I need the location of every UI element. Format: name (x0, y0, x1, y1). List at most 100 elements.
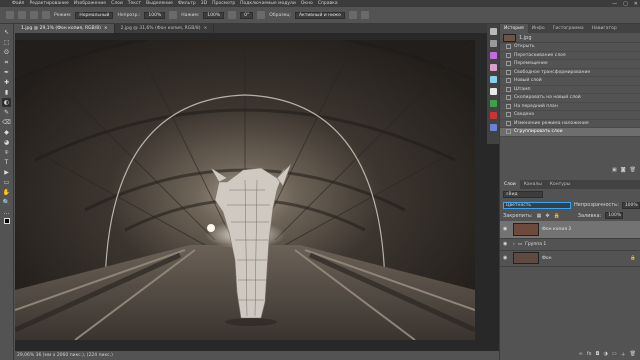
swatches-panel-icon[interactable] (489, 64, 497, 71)
clone-source-panel-icon[interactable] (489, 124, 497, 131)
adjustment-icon[interactable]: ◑ (604, 351, 608, 358)
more-tools-icon[interactable]: … (2, 208, 11, 217)
document-canvas[interactable] (15, 40, 475, 340)
lock-pixels-icon[interactable]: ▦ (537, 213, 542, 219)
brush-tool-icon[interactable]: ▮ (2, 88, 11, 97)
history-brush-tool-icon[interactable]: ✎ (2, 108, 11, 117)
layer-opacity-input[interactable]: 100% (621, 201, 640, 209)
tab-navigator[interactable]: Навигатор (588, 24, 621, 33)
gradient-tool-icon[interactable]: ◆ (2, 128, 11, 137)
tab-layers[interactable]: Слои (500, 179, 520, 189)
maximize-button[interactable]: ▢ (623, 1, 628, 7)
clone-stamp-preset-icon[interactable] (18, 11, 26, 19)
color-panel-icon[interactable] (489, 76, 497, 83)
properties-panel-icon[interactable] (489, 40, 497, 47)
layer-fill-input[interactable]: 100% (605, 212, 624, 219)
home-icon[interactable] (6, 11, 14, 19)
history-item[interactable]: Изменение режима наложения (500, 120, 640, 128)
lock-position-icon[interactable]: ✥ (545, 213, 549, 219)
new-snapshot-icon[interactable]: ▣ (612, 167, 617, 175)
clone-source-icon[interactable] (42, 11, 50, 19)
path-select-tool-icon[interactable]: ▶ (2, 168, 11, 177)
airbrush-icon[interactable] (228, 11, 237, 19)
aligned-checkbox[interactable] (257, 11, 266, 19)
menu-edit[interactable]: Редактирование (29, 1, 68, 6)
menu-view[interactable]: Просмотр (212, 1, 235, 6)
menu-layers[interactable]: Слои (111, 1, 123, 6)
history-item[interactable]: Новый слой (500, 77, 640, 86)
menu-window[interactable]: Окно (301, 1, 313, 6)
layer-row[interactable]: ◉ › ▭ Группа 1 (500, 239, 640, 251)
close-tab-icon[interactable]: × (203, 26, 207, 31)
history-item[interactable]: Сведено (500, 111, 640, 120)
foreground-color-swatch[interactable] (3, 218, 10, 224)
hand-tool-icon[interactable]: ✋ (2, 188, 11, 197)
tab-doc-1[interactable]: 1.jpg @ 29,1% (Фон копия, RGB/8) × (15, 24, 115, 33)
history-item[interactable]: Перетаскивание слоя (500, 52, 640, 60)
healing-tool-icon[interactable]: ✚ (2, 78, 11, 87)
brush-settings-icon[interactable] (30, 11, 38, 19)
expand-arrow-icon[interactable]: › (513, 242, 515, 247)
tab-paths[interactable]: Контуры (546, 180, 575, 189)
menu-select[interactable]: Выделение (146, 1, 173, 6)
brushes-panel-icon[interactable] (489, 112, 497, 119)
link-icon[interactable]: ∞ (579, 351, 583, 358)
layer-filter-select[interactable]: ⌕ Вид (503, 190, 543, 198)
angle-input[interactable]: 0° (240, 11, 254, 19)
opacity-input[interactable]: 100% (144, 11, 166, 19)
history-item[interactable]: Открыть (500, 43, 640, 52)
flow-input[interactable]: 100% (203, 11, 225, 19)
tab-doc-2[interactable]: 2.jpg @ 31,6% (Фон копия, RGB/8) × (115, 24, 215, 33)
eye-icon[interactable]: ◉ (503, 226, 510, 232)
new-layer-icon[interactable]: ＋ (621, 351, 626, 358)
delete-layer-icon[interactable]: 🗑 (630, 351, 636, 358)
ignore-adjustment-icon[interactable] (348, 11, 357, 19)
camera-icon[interactable]: ◙ (621, 167, 626, 175)
menu-3d[interactable]: 3D (201, 1, 207, 6)
close-tab-icon[interactable]: × (104, 26, 108, 31)
history-item[interactable]: Штамп (500, 86, 640, 94)
eye-icon[interactable]: ◉ (503, 255, 510, 261)
history-item[interactable]: Перемещение (500, 60, 640, 69)
group-icon[interactable]: ▭ (612, 351, 617, 358)
history-item[interactable]: Скопировать на новый слой (500, 94, 640, 103)
dodge-tool-icon[interactable]: ◕ (2, 138, 11, 147)
shape-tool-icon[interactable]: ▭ (2, 178, 11, 187)
tab-info[interactable]: Инфо (528, 24, 549, 33)
pressure-size-icon[interactable] (360, 11, 369, 19)
history-item-active[interactable]: Сгруппировать слои (500, 128, 640, 137)
type-tool-icon[interactable]: T (2, 158, 11, 167)
menu-image[interactable]: Изображение (74, 1, 106, 6)
menu-text[interactable]: Текст (128, 1, 141, 6)
tab-channels[interactable]: Каналы (520, 180, 546, 189)
styles-panel-icon[interactable] (489, 100, 497, 107)
fx-icon[interactable]: fx (587, 351, 592, 358)
move-tool-icon[interactable]: ↖ (2, 28, 11, 37)
history-snapshot[interactable]: 1.jpg (500, 33, 640, 43)
eyedropper-tool-icon[interactable]: ✒ (2, 68, 11, 77)
layer-row[interactable]: ◉ Фон 🔒 (500, 251, 640, 267)
marquee-tool-icon[interactable]: ⬚ (2, 38, 11, 47)
minimize-button[interactable]: — (612, 1, 617, 7)
mask-icon[interactable]: ◘ (596, 351, 600, 358)
clone-stamp-tool-icon[interactable]: ◐ (2, 98, 11, 107)
eraser-tool-icon[interactable]: ⌫ (2, 118, 11, 127)
history-panel-icon[interactable] (489, 28, 497, 35)
menu-help[interactable]: Справка (318, 1, 338, 6)
eye-icon[interactable]: ◉ (503, 241, 510, 247)
lasso-tool-icon[interactable]: ʘ (2, 48, 11, 57)
menu-plugins[interactable]: Подключаемые модули (240, 1, 296, 6)
pressure-opacity-icon[interactable] (169, 11, 178, 19)
history-item[interactable]: Свободное трансформирование (500, 69, 640, 77)
mode-select[interactable]: Нормальный (75, 11, 114, 19)
layer-row[interactable]: ◉ Фон копия 2 (500, 220, 640, 239)
history-item[interactable]: На передний план (500, 103, 640, 111)
trash-icon[interactable]: 🗑 (630, 167, 636, 175)
blend-mode-select[interactable]: Цветность (503, 201, 571, 209)
tab-history[interactable]: История (500, 24, 528, 33)
crop-tool-icon[interactable]: ⌗ (2, 58, 11, 67)
menu-filter[interactable]: Фильтр (178, 1, 196, 6)
zoom-tool-icon[interactable]: 🔍 (2, 198, 11, 207)
menu-file[interactable]: Файл (12, 1, 24, 6)
sample-select[interactable]: Активный и ниже (294, 11, 345, 19)
